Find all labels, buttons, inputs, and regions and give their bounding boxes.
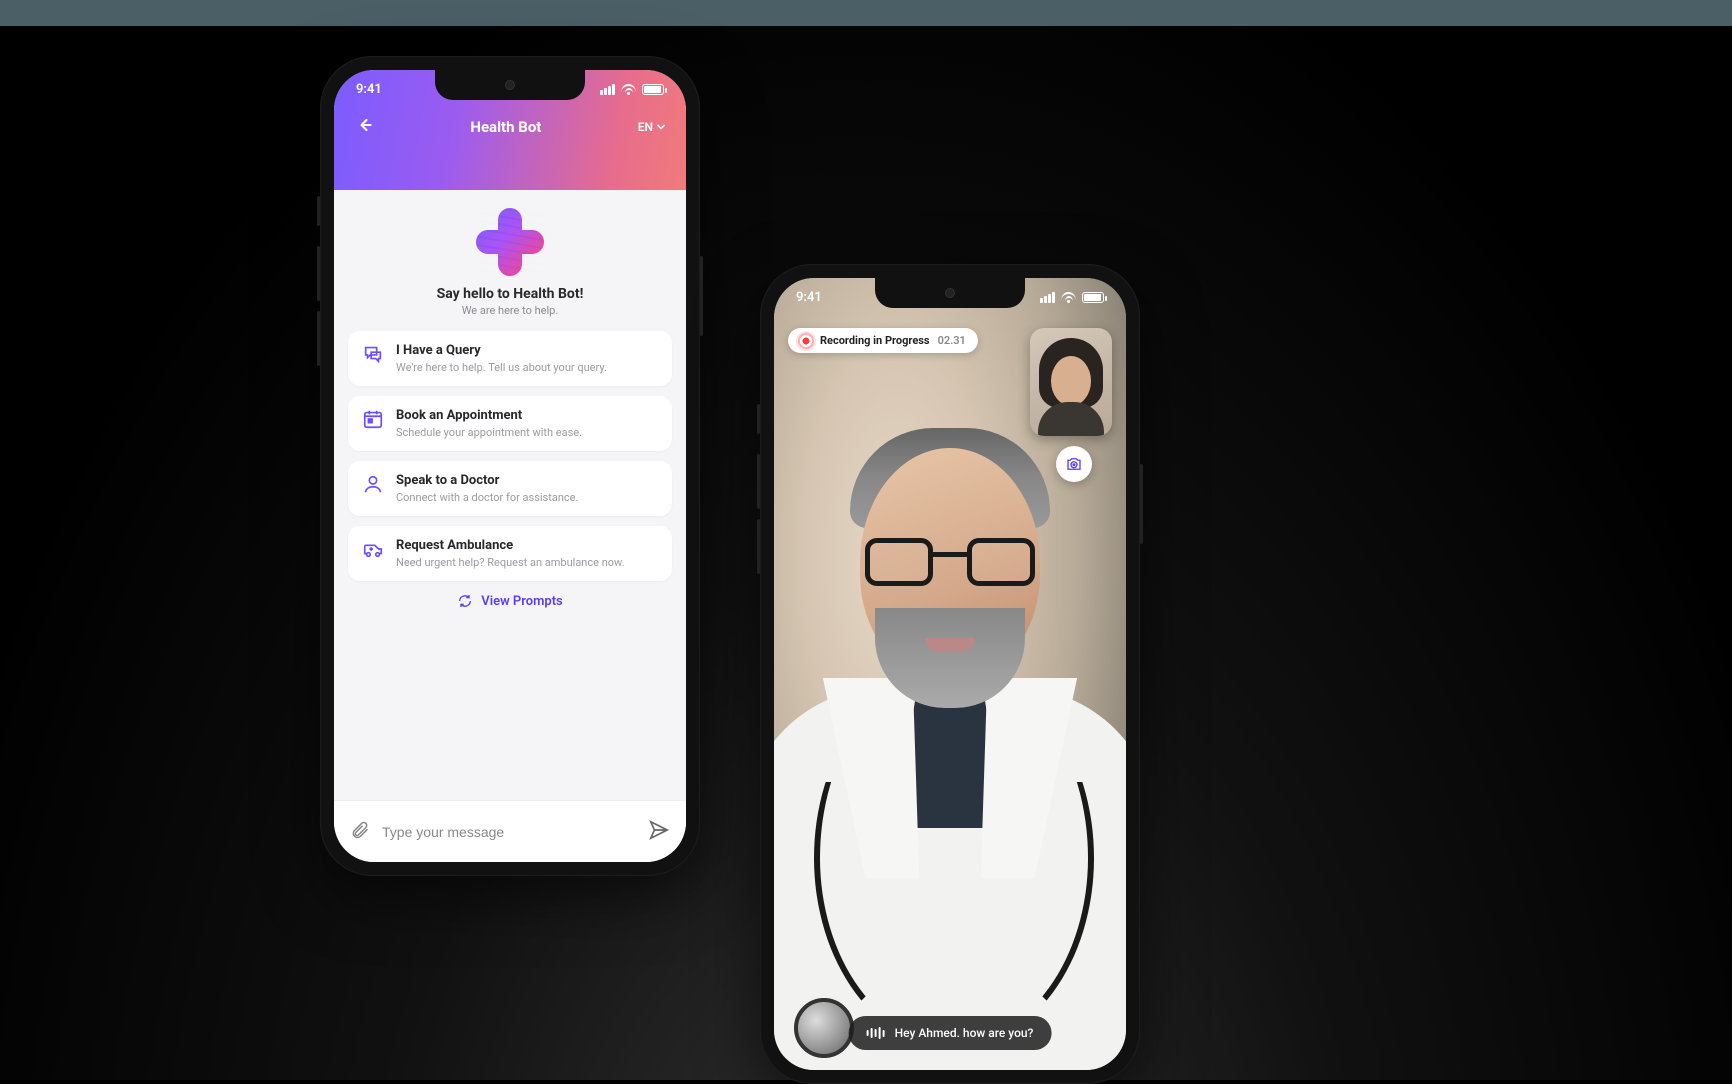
phone-mute-switch <box>317 196 320 226</box>
card-subtitle: Schedule your appointment with ease. <box>396 426 658 439</box>
paperclip-icon <box>350 820 370 840</box>
card-title: I Have a Query <box>396 343 658 358</box>
person-icon <box>362 473 384 495</box>
card-ambulance[interactable]: Request Ambulance Need urgent help? Requ… <box>348 526 672 581</box>
message-input-bar <box>334 800 686 862</box>
send-button[interactable] <box>648 819 670 845</box>
status-bar: 9:41 <box>796 290 1104 305</box>
card-appointment[interactable]: Book an Appointment Schedule your appoin… <box>348 396 672 451</box>
card-title: Book an Appointment <box>396 408 658 423</box>
recording-indicator: Recording in Progress 02.31 <box>788 328 978 353</box>
phone-volume-down <box>317 311 320 366</box>
wifi-icon <box>1061 292 1076 303</box>
self-video-pip[interactable] <box>1030 328 1112 436</box>
battery-icon <box>642 84 664 95</box>
prompt-cards: I Have a Query We're here to help. Tell … <box>334 331 686 581</box>
chat-icon <box>362 343 384 365</box>
page-top-bar <box>0 0 1732 26</box>
message-input[interactable] <box>382 824 636 840</box>
status-icons <box>1040 290 1104 305</box>
status-time: 9:41 <box>796 290 822 305</box>
ambulance-icon <box>362 538 384 560</box>
caption-bubble: Hey Ahmed. how are you? <box>849 1016 1052 1050</box>
phone-power-button <box>1140 464 1143 544</box>
send-icon <box>648 819 670 841</box>
attachment-button[interactable] <box>350 820 370 844</box>
camera-icon <box>1065 455 1083 473</box>
hero: Say hello to Health Bot! We are here to … <box>334 190 686 331</box>
refresh-icon <box>457 593 473 609</box>
status-time: 9:41 <box>356 82 382 97</box>
phone-volume-up <box>757 454 760 509</box>
card-doctor[interactable]: Speak to a Doctor Connect with a doctor … <box>348 461 672 516</box>
health-plus-icon <box>476 208 544 276</box>
phone-power-button <box>700 256 703 336</box>
phone-healthbot: 9:41 Health Bot EN <box>320 56 700 876</box>
card-subtitle: Need urgent help? Request an ambulance n… <box>396 556 658 569</box>
chevron-down-icon <box>656 122 666 132</box>
signal-icon <box>600 84 615 95</box>
card-subtitle: We're here to help. Tell us about your q… <box>396 361 658 374</box>
switch-camera-button[interactable] <box>1056 446 1092 482</box>
battery-icon <box>1082 292 1104 303</box>
hero-title: Say hello to Health Bot! <box>354 286 666 302</box>
phone-notch <box>435 70 585 100</box>
card-title: Request Ambulance <box>396 538 658 553</box>
card-subtitle: Connect with a doctor for assistance. <box>396 491 658 504</box>
page-title: Health Bot <box>470 118 541 136</box>
hero-subtitle: We are here to help. <box>354 304 666 317</box>
body: Say hello to Health Bot! We are here to … <box>334 190 686 800</box>
calendar-icon <box>362 408 384 430</box>
status-icons <box>600 84 664 95</box>
phone-videocall: 9:41 Recording in Progress 02.31 Hey Ahm… <box>760 264 1140 1084</box>
card-query[interactable]: I Have a Query We're here to help. Tell … <box>348 331 672 386</box>
view-prompts-label: View Prompts <box>481 594 563 609</box>
recording-label: Recording in Progress <box>820 334 930 347</box>
caption-text: Hey Ahmed. how are you? <box>895 1026 1034 1040</box>
audio-wave-icon <box>867 1027 885 1039</box>
recording-time: 02.31 <box>938 334 966 347</box>
card-title: Speak to a Doctor <box>396 473 658 488</box>
language-label: EN <box>638 120 653 134</box>
phone-volume-down <box>757 519 760 574</box>
language-selector[interactable]: EN <box>638 120 666 134</box>
signal-icon <box>1040 292 1055 303</box>
phone-mute-switch <box>757 404 760 434</box>
phone-volume-up <box>317 246 320 301</box>
wifi-icon <box>621 84 636 95</box>
self-video <box>1030 328 1112 436</box>
view-prompts-button[interactable]: View Prompts <box>334 593 686 609</box>
record-icon <box>800 335 812 347</box>
back-button[interactable] <box>354 115 374 139</box>
